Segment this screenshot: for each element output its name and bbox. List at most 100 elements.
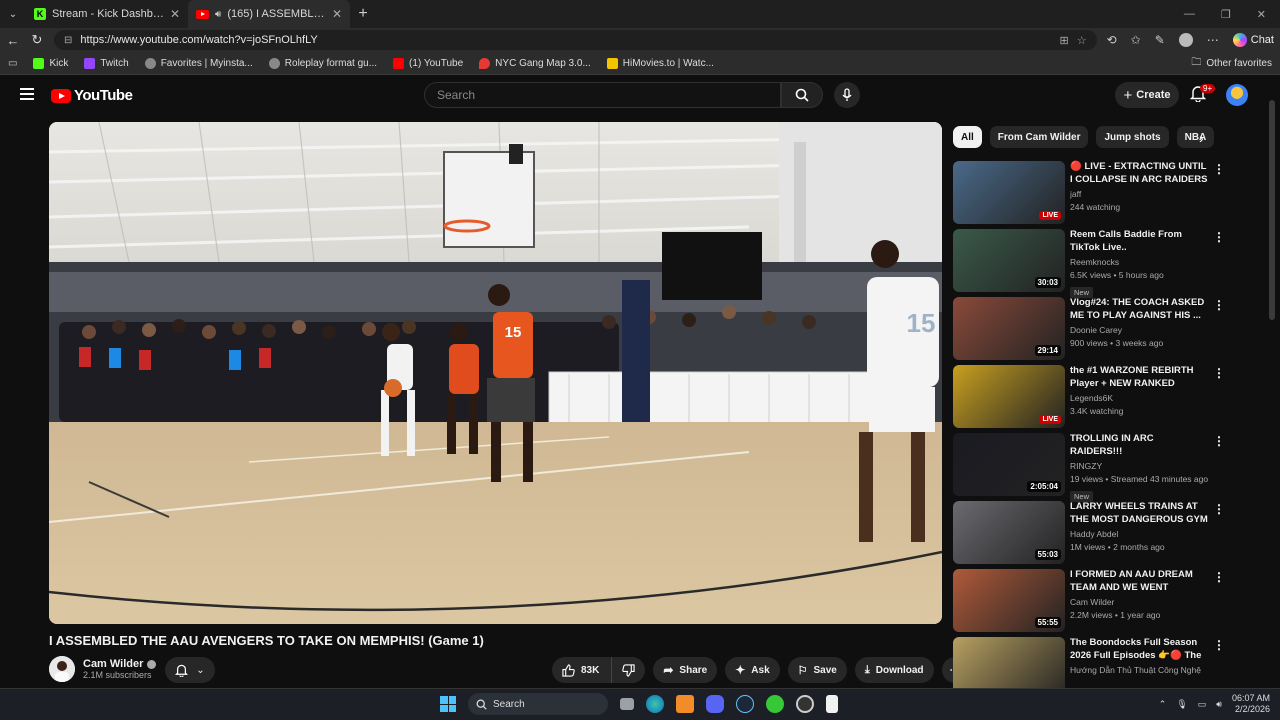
- bookmark-youtube[interactable]: (1) YouTube: [393, 57, 463, 69]
- bookmark-nyc-gang-map[interactable]: NYC Gang Map 3.0...: [479, 57, 591, 69]
- recommendation-title[interactable]: the #1 WARZONE REBIRTH Player + NEW RANK…: [1070, 364, 1208, 390]
- recommendation-channel[interactable]: RINGZY: [1070, 460, 1208, 473]
- channel-name-link[interactable]: Cam Wilder: [83, 658, 157, 670]
- speaker-icon[interactable]: 🔊︎: [215, 9, 221, 20]
- favorites-icon[interactable]: ✩: [1131, 33, 1141, 47]
- recommendation-channel[interactable]: Haddy Abdel: [1070, 528, 1208, 541]
- file-icon[interactable]: [826, 695, 838, 713]
- chip-jump-shots[interactable]: Jump shots: [1096, 126, 1169, 148]
- chevron-up-icon[interactable]: ⌃: [1159, 699, 1167, 710]
- recommendation-title[interactable]: LARRY WHEELS TRAINS AT THE MOST DANGEROU…: [1070, 500, 1208, 526]
- recommendation-channel[interactable]: Cam Wilder: [1070, 596, 1208, 609]
- share-button[interactable]: ➦ Share: [653, 657, 718, 683]
- copilot-chat-button[interactable]: Chat: [1232, 33, 1274, 47]
- recommendation-title[interactable]: Vlog#24: THE COACH ASKED ME TO PLAY AGAI…: [1070, 296, 1208, 322]
- recommendation-thumbnail[interactable]: 30:03: [953, 229, 1065, 292]
- more-vertical-icon[interactable]: ⋮: [1213, 502, 1225, 516]
- volume-icon[interactable]: 🔊︎: [1216, 699, 1222, 710]
- recommendation-thumbnail[interactable]: LIVE: [953, 161, 1065, 224]
- close-window-icon[interactable]: ✕: [1257, 8, 1266, 21]
- taskbar-clock[interactable]: 06:07 AM 2/2/2026: [1232, 693, 1270, 715]
- recommendation-item[interactable]: 30:03 Reem Calls Baddie From TikTok Live…: [953, 228, 1225, 298]
- page-scrollbar[interactable]: [1269, 100, 1275, 320]
- bookmark-twitch[interactable]: Twitch: [84, 57, 129, 69]
- restore-icon[interactable]: ❐: [1221, 8, 1231, 21]
- recommendation-channel[interactable]: Hướng Dẫn Thủ Thuật Công Nghệ: [1070, 664, 1208, 677]
- more-vertical-icon[interactable]: ⋮: [1213, 366, 1225, 380]
- recommendation-title[interactable]: I FORMED AN AAU DREAM TEAM AND WE WENT I…: [1070, 568, 1208, 594]
- edge-icon[interactable]: [646, 695, 664, 713]
- download-button[interactable]: ⤓ Download: [854, 657, 934, 683]
- search-button[interactable]: [781, 82, 823, 108]
- recommendation-item[interactable]: 29:14 Vlog#24: THE COACH ASKED ME TO PLA…: [953, 296, 1225, 364]
- windows-start-icon[interactable]: [440, 696, 456, 712]
- tab-youtube-video[interactable]: 🔊︎ (165) I ASSEMBLED THE AAU ✕: [188, 0, 350, 28]
- more-vertical-icon[interactable]: ⋮: [1213, 162, 1225, 176]
- back-icon[interactable]: ←: [6, 33, 20, 48]
- youtube-logo[interactable]: YouTube: [51, 87, 133, 104]
- recommendation-thumbnail[interactable]: LIVE: [953, 365, 1065, 428]
- recommendation-thumbnail[interactable]: 55:03: [953, 501, 1065, 564]
- save-button[interactable]: ⚐ Save: [787, 657, 847, 683]
- bookmark-kick[interactable]: Kick: [33, 57, 68, 69]
- recommendation-channel[interactable]: Legends6K: [1070, 392, 1208, 405]
- favorite-star-icon[interactable]: ☆: [1077, 34, 1087, 47]
- new-tab-button[interactable]: +: [350, 5, 376, 23]
- more-vertical-icon[interactable]: ⋮: [1213, 638, 1225, 652]
- create-button[interactable]: + Create: [1115, 82, 1179, 108]
- chip-nba[interactable]: NBA: [1176, 126, 1215, 148]
- refresh-icon[interactable]: ↻: [30, 32, 44, 48]
- bookmark-favorites-myinsta[interactable]: Favorites | Myinsta...: [144, 57, 253, 69]
- microphone-icon[interactable]: 🎙︎: [1176, 699, 1187, 710]
- recommendation-item[interactable]: 55:55 I FORMED AN AAU DREAM TEAM AND WE …: [953, 568, 1225, 636]
- taskbar-search[interactable]: Search: [468, 693, 608, 715]
- extensions-icon[interactable]: ⟲: [1107, 33, 1117, 47]
- more-vertical-icon[interactable]: ⋮: [1213, 570, 1225, 584]
- close-tab-icon[interactable]: ✕: [170, 7, 180, 21]
- channel-avatar[interactable]: [49, 656, 75, 682]
- recommendation-item[interactable]: 55:03 LARRY WHEELS TRAINS AT THE MOST DA…: [953, 500, 1225, 568]
- video-player[interactable]: 15 15: [49, 122, 942, 624]
- minimize-icon[interactable]: —: [1184, 8, 1195, 21]
- discord-icon[interactable]: [706, 695, 724, 713]
- more-vertical-icon[interactable]: ⋮: [1213, 298, 1225, 312]
- recommendation-item[interactable]: LIVE 🔴 LIVE - EXTRACTING UNTIL I COLLAPS…: [953, 160, 1225, 228]
- profile-avatar[interactable]: [1178, 33, 1193, 47]
- obs-icon[interactable]: [796, 695, 814, 713]
- bookmark-himovies[interactable]: HiMovies.to | Watc...: [606, 57, 714, 69]
- site-info-icon[interactable]: ⊟: [64, 35, 72, 46]
- hamburger-menu-icon[interactable]: [20, 88, 34, 100]
- account-avatar[interactable]: [1226, 84, 1248, 106]
- app-orange-icon[interactable]: [676, 695, 694, 713]
- recommendation-channel[interactable]: Doonie Carey: [1070, 324, 1208, 337]
- recommendation-thumbnail[interactable]: 29:14: [953, 297, 1065, 360]
- tab-kick-dashboard[interactable]: K Stream - Kick Dashboard ✕: [26, 0, 188, 28]
- dislike-button[interactable]: [611, 657, 646, 683]
- chip-from-cam-wilder[interactable]: From Cam Wilder: [989, 126, 1089, 148]
- network-icon[interactable]: ▭: [1198, 699, 1207, 710]
- more-menu-icon[interactable]: ⋯: [1207, 33, 1219, 47]
- search-input[interactable]: Search: [424, 82, 781, 108]
- like-button[interactable]: 83K: [552, 657, 612, 683]
- more-vertical-icon[interactable]: ⋮: [1213, 434, 1225, 448]
- chevron-right-icon[interactable]: ›: [1199, 130, 1204, 146]
- recommendation-title[interactable]: 🔴 LIVE - EXTRACTING UNTIL I COLLAPSE IN …: [1070, 160, 1208, 186]
- close-tab-icon[interactable]: ✕: [332, 7, 342, 21]
- recommendation-channel[interactable]: Reemknocks: [1070, 256, 1208, 269]
- url-field[interactable]: ⊟ https://www.youtube.com/watch?v=joSFnO…: [54, 30, 1097, 50]
- bookmark-roleplay-format[interactable]: Roleplay format gu...: [268, 57, 377, 69]
- app-available-icon[interactable]: ⊞: [1059, 34, 1068, 47]
- steam-icon[interactable]: [736, 695, 754, 713]
- recommendation-thumbnail[interactable]: 2:05:04: [953, 433, 1065, 496]
- recommendation-channel[interactable]: jaff: [1070, 188, 1208, 201]
- recommendation-item[interactable]: 2:05:04 TROLLING IN ARC RAIDERS!!! RINGZ…: [953, 432, 1225, 502]
- recommendation-title[interactable]: TROLLING IN ARC RAIDERS!!!: [1070, 432, 1208, 458]
- task-view-icon[interactable]: [620, 698, 634, 710]
- ask-button[interactable]: ✦ Ask: [725, 657, 780, 683]
- recommendation-item[interactable]: LIVE the #1 WARZONE REBIRTH Player + NEW…: [953, 364, 1225, 432]
- subscription-bell-button[interactable]: ⌄: [165, 657, 215, 683]
- voice-search-button[interactable]: [834, 82, 860, 108]
- tab-groups-icon[interactable]: ▭: [8, 58, 17, 69]
- recommendation-title[interactable]: The Boondocks Full Season 2026 Full Epis…: [1070, 636, 1208, 662]
- recommendation-title[interactable]: Reem Calls Baddie From TikTok Live..: [1070, 228, 1208, 254]
